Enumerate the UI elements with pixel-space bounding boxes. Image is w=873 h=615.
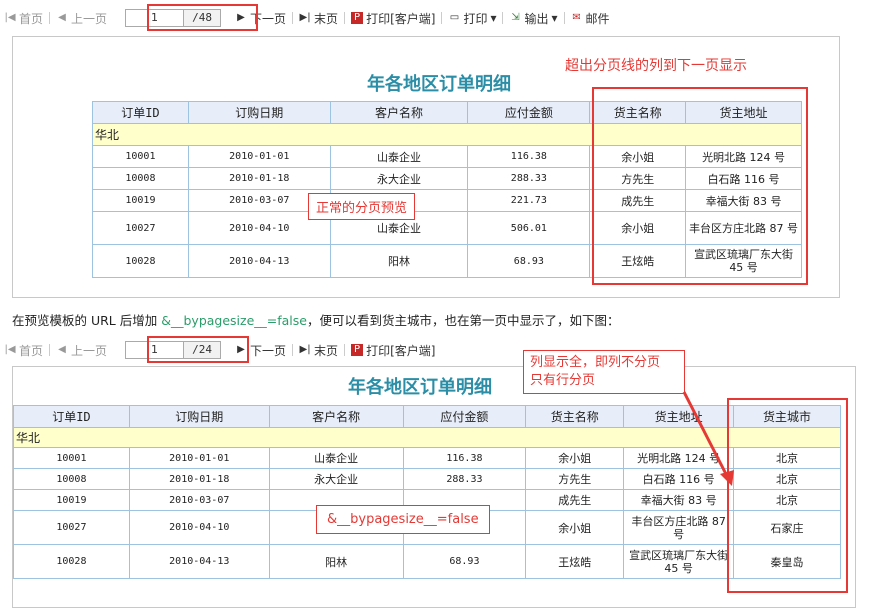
url-parameter: &__bypagesize__=false bbox=[161, 313, 307, 328]
export-icon: ⇲ bbox=[511, 12, 520, 23]
order-id-cell: 10027 bbox=[92, 211, 189, 245]
column-header: 客户名称 bbox=[268, 405, 404, 428]
amount-cell: 288.33 bbox=[402, 468, 527, 490]
page-field-highlight bbox=[147, 4, 258, 31]
param-callout: &__bypagesize__=false bbox=[316, 505, 490, 534]
preview-toolbar: |◀ 首页 ◀ 上一页 1 /48 ▶ 下一页 ▶| 末页 P 打印[客户端] ▭ 打印 ▾ … bbox=[0, 6, 614, 30]
shipper-address-cell: 幸福大街 83 号 bbox=[623, 489, 735, 511]
customer-cell: 山泰企业 bbox=[329, 145, 469, 168]
first-page-icon: |◀ bbox=[4, 344, 16, 355]
print-client-button[interactable]: P 打印[客户端] bbox=[347, 342, 439, 359]
amount-cell: 116.38 bbox=[402, 447, 527, 469]
order-id-cell: 10019 bbox=[13, 489, 130, 511]
shipper-name-cell: 余小姐 bbox=[525, 447, 625, 469]
column-header: 订单ID bbox=[13, 405, 130, 428]
arrow-icon bbox=[682, 391, 734, 486]
page-field-highlight bbox=[147, 336, 249, 363]
full-columns-callout: 列显示全，即列不分页 只有行分页 bbox=[523, 350, 685, 394]
city-column-highlight bbox=[727, 398, 848, 593]
shipper-name-cell: 成先生 bbox=[525, 489, 625, 511]
amount-cell: 68.93 bbox=[402, 544, 527, 579]
mail-button[interactable]: ✉ 邮件 bbox=[567, 10, 614, 27]
chevron-down-icon: ▾ bbox=[490, 11, 497, 25]
customer-cell: 永大企业 bbox=[329, 167, 469, 190]
column-header: 订购日期 bbox=[187, 101, 331, 124]
amount-cell: 221.73 bbox=[467, 189, 591, 212]
overflow-columns-highlight bbox=[592, 87, 808, 285]
prev-page-button[interactable]: ◀ 上一页 bbox=[52, 342, 111, 359]
amount-cell: 68.93 bbox=[467, 244, 591, 278]
column-header: 应付金额 bbox=[402, 405, 527, 428]
last-page-icon: ▶| bbox=[299, 12, 311, 23]
shipper-name-cell: 方先生 bbox=[525, 468, 625, 490]
order-id-cell: 10008 bbox=[13, 468, 130, 490]
date-cell: 2010-04-10 bbox=[128, 510, 270, 545]
prev-page-icon: ◀ bbox=[58, 344, 66, 355]
amount-cell: 506.01 bbox=[467, 211, 591, 245]
date-cell: 2010-04-13 bbox=[187, 244, 331, 278]
date-cell: 2010-01-18 bbox=[128, 468, 270, 490]
column-header: 客户名称 bbox=[329, 101, 469, 124]
column-header: 订购日期 bbox=[128, 405, 270, 428]
column-header: 应付金额 bbox=[467, 101, 591, 124]
last-page-button[interactable]: ▶| 末页 bbox=[295, 10, 342, 27]
date-cell: 2010-01-01 bbox=[128, 447, 270, 469]
prev-page-button[interactable]: ◀ 上一页 bbox=[52, 10, 111, 27]
table-row: 10028 2010-04-13 阳林 68.93 王炫皓 宣武区琉璃厂东大街 45 号秦… bbox=[13, 544, 841, 579]
date-cell: 2010-01-01 bbox=[187, 145, 331, 168]
date-cell: 2010-03-07 bbox=[128, 489, 270, 511]
order-id-cell: 10008 bbox=[92, 167, 189, 190]
print-client-button[interactable]: P 打印[客户端] bbox=[347, 10, 439, 27]
first-page-button[interactable]: |◀ 首页 bbox=[0, 342, 47, 359]
shipper-name-cell: 余小姐 bbox=[525, 510, 625, 545]
first-page-icon: |◀ bbox=[4, 12, 16, 23]
report-title: 年各地区订单明细 bbox=[367, 74, 511, 95]
first-page-button[interactable]: |◀ 首页 bbox=[0, 10, 47, 27]
print-client-icon: P bbox=[351, 12, 364, 24]
print-client-icon: P bbox=[351, 344, 364, 356]
export-button[interactable]: ⇲ 输出 ▾ bbox=[505, 10, 561, 27]
explanation-paragraph: 在预览模板的 URL 后增加 &__bypagesize__=false，便可以… bbox=[12, 313, 620, 328]
column-header: 订单ID bbox=[92, 101, 189, 124]
overflow-note: 超出分页线的列到下一页显示 bbox=[565, 58, 747, 74]
customer-cell: 永大企业 bbox=[268, 468, 404, 490]
customer-cell: 阳林 bbox=[268, 544, 404, 579]
report-title: 年各地区订单明细 bbox=[348, 377, 492, 398]
amount-cell: 288.33 bbox=[467, 167, 591, 190]
order-id-cell: 10001 bbox=[13, 447, 130, 469]
order-id-cell: 10019 bbox=[92, 189, 189, 212]
shipper-name-cell: 王炫皓 bbox=[525, 544, 625, 579]
date-cell: 2010-04-13 bbox=[128, 544, 270, 579]
mail-icon: ✉ bbox=[572, 12, 581, 23]
prev-page-icon: ◀ bbox=[58, 12, 66, 23]
column-header: 货主名称 bbox=[525, 405, 625, 428]
amount-cell: 116.38 bbox=[467, 145, 591, 168]
shipper-address-cell: 宣武区琉璃厂东大街 45 号 bbox=[623, 544, 735, 579]
order-id-cell: 10028 bbox=[13, 544, 130, 579]
chevron-down-icon: ▾ bbox=[551, 11, 558, 25]
order-id-cell: 10001 bbox=[92, 145, 189, 168]
last-page-icon: ▶| bbox=[299, 344, 311, 355]
print-button[interactable]: ▭ 打印 ▾ bbox=[444, 10, 500, 27]
order-id-cell: 10027 bbox=[13, 510, 130, 545]
customer-cell: 阳林 bbox=[329, 244, 469, 278]
customer-cell: 山泰企业 bbox=[268, 447, 404, 469]
order-id-cell: 10028 bbox=[92, 244, 189, 278]
normal-preview-callout: 正常的分页预览 bbox=[308, 193, 416, 220]
date-cell: 2010-01-18 bbox=[187, 167, 331, 190]
printer-icon: ▭ bbox=[449, 12, 460, 23]
last-page-button[interactable]: ▶| 末页 bbox=[295, 342, 342, 359]
shipper-address-cell: 丰台区方庄北路 87 号 bbox=[623, 510, 735, 545]
